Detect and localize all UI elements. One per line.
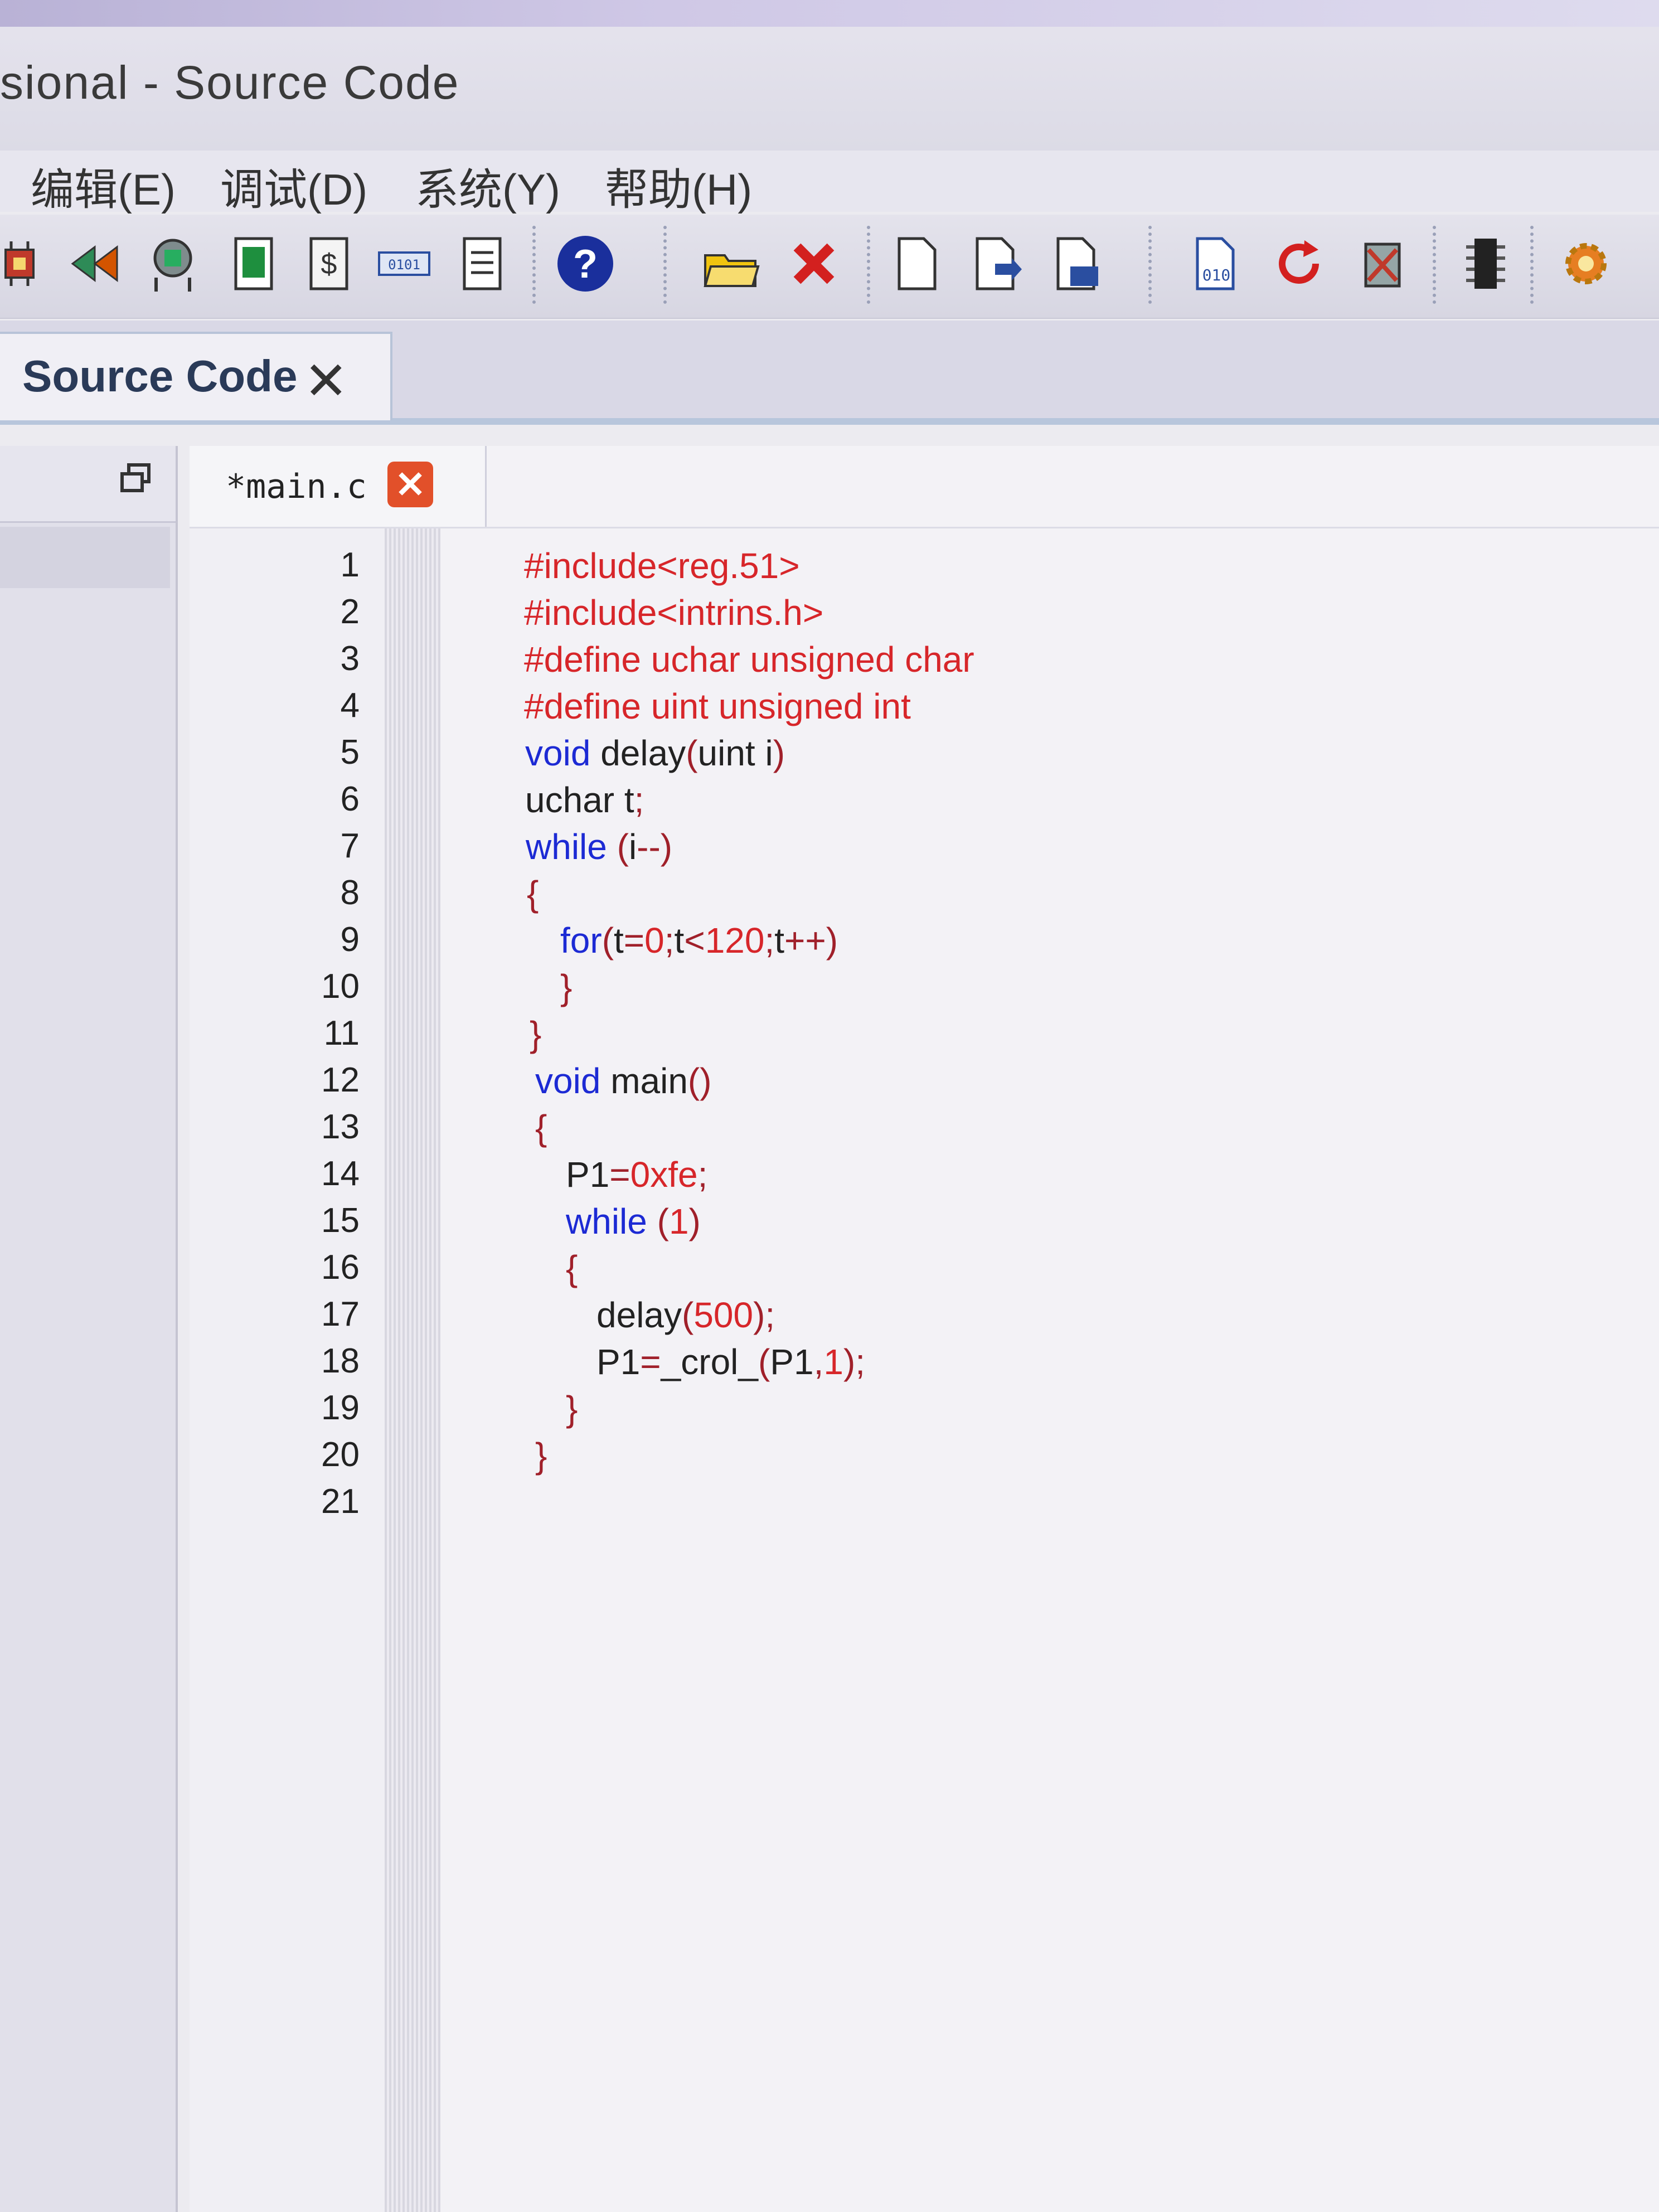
line-number: 1 xyxy=(340,546,360,584)
code-line: #include<intrins.h> xyxy=(524,593,824,633)
line-number: 17 xyxy=(321,1295,360,1333)
line-number: 5 xyxy=(340,733,360,772)
tab-source-code-label: Source Code xyxy=(22,351,298,401)
title-bar-top-strip xyxy=(0,0,1659,27)
code-line: uchar t; xyxy=(525,780,644,820)
toolbar-separator xyxy=(867,226,874,304)
code-line: void main() xyxy=(535,1061,712,1101)
code-line: #define uchar unsigned char xyxy=(524,639,974,680)
toolbar-separator xyxy=(1530,226,1537,304)
line-number: 6 xyxy=(340,780,360,818)
svg-text:0101: 0101 xyxy=(388,257,420,273)
fold-gutter xyxy=(385,528,440,2212)
line-number: 9 xyxy=(340,920,360,959)
export-file-icon[interactable] xyxy=(1048,230,1109,297)
line-number: 8 xyxy=(340,874,360,912)
import-file-icon[interactable] xyxy=(967,230,1029,297)
component-icon[interactable] xyxy=(142,230,203,297)
code-line: } xyxy=(530,1014,542,1054)
rewind-icon[interactable] xyxy=(64,230,125,297)
menu-bar: 编辑(E) 调试(D) 系统(Y) 帮助(H) xyxy=(0,151,1659,214)
code-editor: *main.c ✕ 12345678−910111213−141516−1718… xyxy=(190,446,1659,2212)
code-line: delay(500); xyxy=(596,1295,775,1335)
toolbar-separator xyxy=(532,226,539,304)
ic-chip-icon[interactable] xyxy=(1455,230,1516,297)
tab-source-code[interactable]: Source Code ✕ xyxy=(0,332,392,420)
tab-close-icon[interactable]: ✕ xyxy=(304,351,348,412)
code-text-area[interactable]: #include<reg.51> #include<intrins.h> #defi… xyxy=(440,528,1659,2212)
gear-icon[interactable] xyxy=(1555,230,1617,297)
open-folder-icon[interactable] xyxy=(700,230,761,297)
toolbar-separator xyxy=(1433,226,1439,304)
code-line: { xyxy=(527,874,539,914)
code-line: { xyxy=(535,1108,547,1148)
window-title: sional - Source Code xyxy=(0,56,460,109)
code-line: } xyxy=(560,967,573,1007)
line-number: 11 xyxy=(323,1014,360,1052)
line-number: 15 xyxy=(321,1201,360,1240)
line-number: 3 xyxy=(340,639,360,678)
tab-main-c[interactable]: *main.c ✕ xyxy=(190,446,487,527)
line-number-gutter: 12345678−910111213−141516−1718192021 xyxy=(190,528,414,2212)
line-number: 12 xyxy=(321,1061,360,1099)
chip-icon[interactable] xyxy=(0,230,50,297)
menu-edit[interactable]: 编辑(E) xyxy=(31,155,176,217)
line-number: 4 xyxy=(340,686,360,725)
toolbar-separator xyxy=(1148,226,1155,304)
file-tab-label: *main.c xyxy=(226,467,367,506)
code-line: #include<reg.51> xyxy=(524,546,800,586)
line-number: 21 xyxy=(321,1482,360,1521)
project-panel-selected-row[interactable] xyxy=(0,527,170,588)
dollar-doc-icon[interactable]: $ xyxy=(298,230,360,297)
device-icon[interactable] xyxy=(223,230,284,297)
code-line: P1=0xfe; xyxy=(566,1154,708,1195)
line-number: 10 xyxy=(321,967,360,1006)
toolbar-separator xyxy=(663,226,670,304)
code-line: void delay(uint i) xyxy=(525,733,785,773)
svg-text:$: $ xyxy=(321,248,337,280)
menu-system[interactable]: 系统(Y) xyxy=(415,155,560,217)
document-tab-strip: Source Code ✕ xyxy=(0,321,1659,425)
menu-debug[interactable]: 调试(D) xyxy=(220,155,367,217)
binary-display-icon[interactable]: 0101 xyxy=(373,230,435,297)
title-bar: sional - Source Code xyxy=(0,0,1659,151)
toolbar: $ 0101 ? 010 xyxy=(0,215,1659,319)
delete-icon[interactable] xyxy=(783,230,845,297)
file-tab-close-icon[interactable]: ✕ xyxy=(387,462,433,507)
code-line: #define uint unsigned int xyxy=(524,686,911,726)
code-line: } xyxy=(535,1435,547,1476)
code-line: { xyxy=(566,1248,578,1288)
svg-text:010: 010 xyxy=(1202,266,1231,284)
project-panel-header xyxy=(0,446,176,523)
binary-file-icon[interactable]: 010 xyxy=(1187,230,1249,297)
code-line: P1=_crol_(P1,1); xyxy=(596,1342,866,1382)
line-number: 2 xyxy=(340,593,360,631)
code-line: for(t=0;t<120;t++) xyxy=(560,920,838,961)
code-line: while (i--) xyxy=(526,827,673,867)
line-number: 19 xyxy=(321,1389,360,1427)
document-list-icon[interactable] xyxy=(452,230,513,297)
compile-icon[interactable] xyxy=(1352,230,1413,297)
svg-text:?: ? xyxy=(573,242,598,287)
help-icon[interactable]: ? xyxy=(555,230,616,297)
restore-window-icon[interactable] xyxy=(120,463,151,502)
code-line: } xyxy=(566,1389,578,1429)
new-file-icon[interactable] xyxy=(886,230,948,297)
code-line: while (1) xyxy=(566,1201,701,1241)
project-panel xyxy=(0,446,178,2212)
refresh-icon[interactable] xyxy=(1268,230,1330,297)
menu-help[interactable]: 帮助(H) xyxy=(605,155,752,217)
line-number: 13 xyxy=(321,1108,360,1146)
line-number: 18 xyxy=(321,1342,360,1380)
line-number: 14 xyxy=(321,1154,360,1193)
line-number: 16 xyxy=(321,1248,360,1287)
line-number: 20 xyxy=(321,1435,360,1474)
line-number: 7 xyxy=(340,827,360,865)
